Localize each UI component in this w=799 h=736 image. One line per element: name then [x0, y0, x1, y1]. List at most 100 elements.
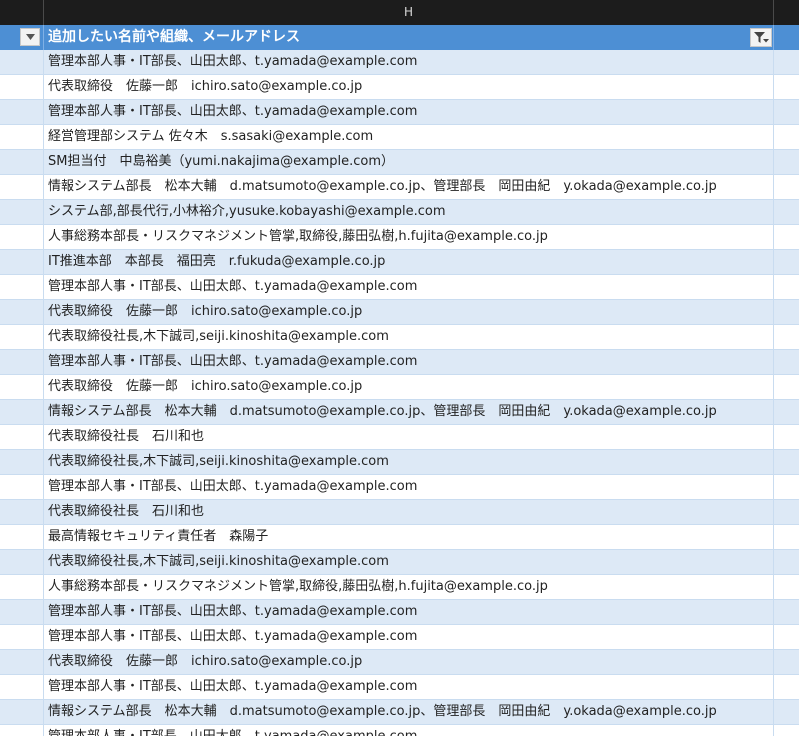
row-cell-left[interactable] — [0, 200, 44, 224]
table-cell[interactable]: 管理本部人事・IT部長、山田太郎、t.yamada@example.com — [44, 50, 774, 74]
table-row: 人事総務本部長・リスクマネジメント管掌,取締役,藤田弘樹,h.fujita@ex… — [0, 225, 799, 250]
table-row: 代表取締役 佐藤一郎 ichiro.sato@example.co.jp — [0, 300, 799, 325]
table-cell[interactable]: 代表取締役社長,木下誠司,seiji.kinoshita@example.com — [44, 550, 774, 574]
row-cell-left[interactable] — [0, 725, 44, 736]
table-cell[interactable]: 人事総務本部長・リスクマネジメント管掌,取締役,藤田弘樹,h.fujita@ex… — [44, 225, 774, 249]
table-cell[interactable]: IT推進本部 本部長 福田亮 r.fukuda@example.co.jp — [44, 250, 774, 274]
table-cell[interactable]: 代表取締役 佐藤一郎 ichiro.sato@example.co.jp — [44, 375, 774, 399]
column-header-h[interactable]: H — [44, 0, 774, 25]
row-cell-left[interactable] — [0, 450, 44, 474]
row-cell-left[interactable] — [0, 175, 44, 199]
table-cell[interactable]: 最高情報セキュリティ責任者 森陽子 — [44, 525, 774, 549]
row-cell-left[interactable] — [0, 575, 44, 599]
row-cell-left[interactable] — [0, 100, 44, 124]
cell-text: 代表取締役 佐藤一郎 ichiro.sato@example.co.jp — [48, 79, 363, 94]
table-cell[interactable]: 管理本部人事・IT部長、山田太郎、t.yamada@example.com — [44, 275, 774, 299]
table-row: 管理本部人事・IT部長、山田太郎、t.yamada@example.com — [0, 675, 799, 700]
row-cell-left[interactable] — [0, 700, 44, 724]
table-cell[interactable]: 代表取締役 佐藤一郎 ichiro.sato@example.co.jp — [44, 300, 774, 324]
row-cell-left[interactable] — [0, 400, 44, 424]
table-row: 人事総務本部長・リスクマネジメント管掌,取締役,藤田弘樹,h.fujita@ex… — [0, 575, 799, 600]
cell-text: 人事総務本部長・リスクマネジメント管掌,取締役,藤田弘樹,h.fujita@ex… — [48, 579, 548, 594]
table-cell[interactable]: 代表取締役 佐藤一郎 ichiro.sato@example.co.jp — [44, 75, 774, 99]
table-cell[interactable]: 代表取締役社長,木下誠司,seiji.kinoshita@example.com — [44, 325, 774, 349]
dropdown-button[interactable] — [20, 28, 40, 46]
table-cell[interactable]: 管理本部人事・IT部長、山田太郎、t.yamada@example.com — [44, 350, 774, 374]
table-row: 管理本部人事・IT部長、山田太郎、t.yamada@example.com — [0, 625, 799, 650]
cell-text: IT推進本部 本部長 福田亮 r.fukuda@example.co.jp — [48, 254, 386, 269]
cell-text: 管理本部人事・IT部長、山田太郎、t.yamada@example.com — [48, 604, 418, 619]
table-cell[interactable]: 代表取締役社長 石川和也 — [44, 425, 774, 449]
table-cell[interactable]: 代表取締役 佐藤一郎 ichiro.sato@example.co.jp — [44, 650, 774, 674]
table-cell[interactable]: SM担当付 中島裕美（yumi.nakajima@example.com） — [44, 150, 774, 174]
row-cell-left[interactable] — [0, 300, 44, 324]
cell-text: 管理本部人事・IT部長、山田太郎、t.yamada@example.com — [48, 725, 417, 736]
row-cell-left[interactable] — [0, 550, 44, 574]
table-header-cell-left[interactable] — [0, 25, 44, 50]
column-header-g[interactable] — [0, 0, 44, 25]
column-header-row: H — [0, 0, 799, 26]
cell-text: 管理本部人事・IT部長、山田太郎、t.yamada@example.com — [48, 279, 418, 294]
row-cell-left[interactable] — [0, 275, 44, 299]
table-row: 管理本部人事・IT部長、山田太郎、t.yamada@example.com — [0, 50, 799, 75]
row-cell-left[interactable] — [0, 650, 44, 674]
table-cell[interactable]: 管理本部人事・IT部長、山田太郎、t.yamada@example.com — [44, 675, 774, 699]
table-row: 情報システム部長 松本大輔 d.matsumoto@example.co.jp、… — [0, 175, 799, 200]
table-row: 代表取締役社長,木下誠司,seiji.kinoshita@example.com — [0, 325, 799, 350]
table-body: 管理本部人事・IT部長、山田太郎、t.yamada@example.com 代表取… — [0, 50, 799, 736]
row-cell-left[interactable] — [0, 50, 44, 74]
row-cell-left[interactable] — [0, 600, 44, 624]
row-cell-left[interactable] — [0, 250, 44, 274]
spreadsheet: H 追加したい名前や組織、メールアドレス 管理本部人事・IT部長、山田太郎、t.… — [0, 0, 799, 736]
table-row: 代表取締役社長 石川和也 — [0, 500, 799, 525]
table-cell[interactable]: 代表取締役社長 石川和也 — [44, 500, 774, 524]
row-cell-left[interactable] — [0, 525, 44, 549]
cell-text: 情報システム部長 松本大輔 d.matsumoto@example.co.jp、… — [48, 404, 717, 419]
cell-text: 代表取締役 佐藤一郎 ichiro.sato@example.co.jp — [48, 304, 363, 319]
table-row: 経営管理部システム 佐々木 s.sasaki@example.com — [0, 125, 799, 150]
table-header-cell[interactable]: 追加したい名前や組織、メールアドレス — [44, 25, 774, 50]
row-cell-left[interactable] — [0, 325, 44, 349]
table-row: 代表取締役社長,木下誠司,seiji.kinoshita@example.com — [0, 450, 799, 475]
cell-text: システム部,部長代行,小林裕介,yusuke.kobayashi@example… — [48, 204, 446, 219]
cell-text: SM担当付 中島裕美（yumi.nakajima@example.com） — [48, 154, 394, 169]
filter-button[interactable] — [750, 28, 772, 47]
cell-text: 代表取締役社長,木下誠司,seiji.kinoshita@example.com — [48, 329, 389, 344]
row-cell-left[interactable] — [0, 500, 44, 524]
row-cell-left[interactable] — [0, 425, 44, 449]
table-cell[interactable]: 情報システム部長 松本大輔 d.matsumoto@example.co.jp、… — [44, 175, 774, 199]
table-row: 代表取締役 佐藤一郎 ichiro.sato@example.co.jp — [0, 75, 799, 100]
table-row: 管理本部人事・IT部長、山田太郎、t.yamada@example.com — [0, 600, 799, 625]
column-header-i[interactable] — [774, 0, 799, 25]
row-cell-left[interactable] — [0, 475, 44, 499]
table-cell[interactable]: 管理本部人事・IT部長、山田太郎、t.yamada@example.com — [44, 100, 774, 124]
cell-text: 管理本部人事・IT部長、山田太郎、t.yamada@example.com — [48, 104, 418, 119]
table-cell[interactable]: 人事総務本部長・リスクマネジメント管掌,取締役,藤田弘樹,h.fujita@ex… — [44, 575, 774, 599]
table-cell[interactable]: 管理本部人事・IT部長、山田太郎、t.yamada@example.com — [44, 475, 774, 499]
row-cell-left[interactable] — [0, 225, 44, 249]
row-cell-left[interactable] — [0, 75, 44, 99]
cell-text: 代表取締役社長,木下誠司,seiji.kinoshita@example.com — [48, 554, 389, 569]
table-cell[interactable]: 代表取締役社長,木下誠司,seiji.kinoshita@example.com — [44, 450, 774, 474]
cell-text: 代表取締役社長 石川和也 — [48, 504, 205, 519]
cell-text: 最高情報セキュリティ責任者 森陽子 — [48, 529, 269, 544]
row-cell-left[interactable] — [0, 150, 44, 174]
cell-text: 管理本部人事・IT部長、山田太郎、t.yamada@example.com — [48, 629, 418, 644]
row-cell-left[interactable] — [0, 625, 44, 649]
table-cell[interactable]: 情報システム部長 松本大輔 d.matsumoto@example.co.jp、… — [44, 700, 774, 724]
row-cell-left[interactable] — [0, 675, 44, 699]
table-cell[interactable]: 情報システム部長 松本大輔 d.matsumoto@example.co.jp、… — [44, 400, 774, 424]
row-cell-left[interactable] — [0, 375, 44, 399]
table-header-row: 追加したい名前や組織、メールアドレス — [0, 25, 799, 51]
table-cell[interactable]: 管理本部人事・IT部長、山田太郎、t.yamada@example.com — [44, 600, 774, 624]
table-row: 管理本部人事・IT部長、山田太郎、t.yamada@example.com — [0, 350, 799, 375]
row-cell-left[interactable] — [0, 350, 44, 374]
table-row: 情報システム部長 松本大輔 d.matsumoto@example.co.jp、… — [0, 400, 799, 425]
table-row: 管理本部人事・IT部長、山田太郎、t.yamada@example.com — [0, 725, 799, 736]
table-cell[interactable]: 管理本部人事・IT部長、山田太郎、t.yamada@example.com — [44, 625, 774, 649]
table-cell[interactable]: 経営管理部システム 佐々木 s.sasaki@example.com — [44, 125, 774, 149]
table-cell[interactable]: システム部,部長代行,小林裕介,yusuke.kobayashi@example… — [44, 200, 774, 224]
table-cell[interactable]: 管理本部人事・IT部長、山田太郎、t.yamada@example.com — [44, 725, 774, 736]
row-cell-left[interactable] — [0, 125, 44, 149]
table-row: IT推進本部 本部長 福田亮 r.fukuda@example.co.jp — [0, 250, 799, 275]
